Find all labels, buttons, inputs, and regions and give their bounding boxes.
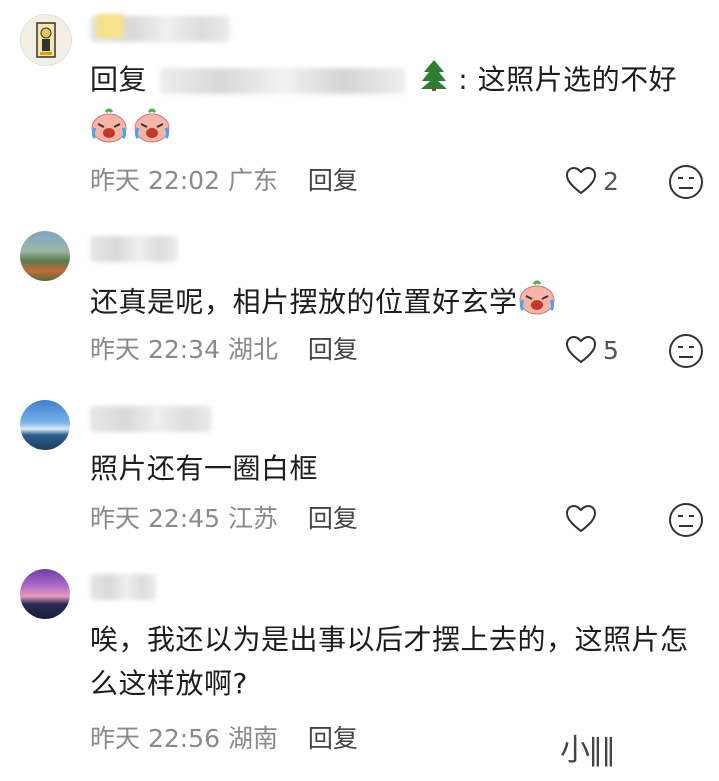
heart-icon: [565, 166, 597, 195]
tarot-avatar-image: [36, 22, 56, 58]
comment-meta: 昨天 22:34 湖北 回复: [90, 333, 358, 367]
comment-text: 还真是呢，相片摆放的位置好玄学: [90, 278, 699, 329]
like-count: 2: [603, 166, 619, 196]
comment-text: 回复 : 这照片选的不好: [90, 58, 699, 104]
crying-laughing-emoji: [90, 106, 128, 148]
reply-button[interactable]: 回复: [308, 166, 358, 195]
dislike-button[interactable]: [668, 164, 704, 200]
avatar[interactable]: [20, 14, 72, 66]
dislike-button[interactable]: [668, 333, 704, 369]
username-blurred[interactable]: [90, 574, 156, 600]
comment-location: 湖南: [227, 724, 278, 753]
comment-time: 昨天 22:34: [90, 335, 220, 364]
neutral-face-icon: [669, 503, 703, 537]
like-button[interactable]: [565, 502, 603, 536]
comment-body: 还真是呢，相片摆放的位置好玄学: [90, 285, 518, 319]
crying-laughing-emoji: [133, 106, 171, 148]
comment-meta: 昨天 22:56 湖南 回复: [90, 722, 358, 756]
emoji-row: [90, 106, 171, 148]
reply-button[interactable]: 回复: [308, 335, 358, 364]
like-button[interactable]: 5: [565, 333, 619, 367]
heart-icon: [565, 504, 597, 533]
username-blurred[interactable]: [90, 406, 212, 432]
neutral-face-icon: [669, 165, 703, 199]
dislike-button[interactable]: [668, 502, 704, 538]
username-badge-blurred: [96, 14, 124, 38]
comment-body: : 这照片选的不好: [458, 63, 678, 96]
username-blurred[interactable]: [90, 236, 178, 262]
avatar[interactable]: [20, 569, 70, 619]
comment-location: 湖北: [227, 335, 278, 364]
tree-emoji: [419, 59, 449, 104]
like-button[interactable]: 2: [565, 164, 619, 198]
comment-text: 照片还有一圈白框: [90, 447, 699, 491]
comment-body: 照片还有一圈白框: [90, 452, 319, 485]
avatar[interactable]: [20, 400, 70, 450]
watermark: 小∥∥: [560, 733, 616, 768]
reply-prefix: 回复: [90, 63, 148, 96]
reply-target-blurred[interactable]: [160, 68, 406, 94]
reply-button[interactable]: 回复: [308, 724, 358, 753]
like-count: 5: [603, 335, 619, 365]
reply-button[interactable]: 回复: [308, 504, 358, 533]
heart-icon: [565, 335, 597, 364]
comment-location: 广东: [227, 166, 278, 195]
comment-body: 唉，我还以为是出事以后才摆上去的，这照片怎么这样放啊?: [90, 623, 689, 700]
comment-time: 昨天 22:02: [90, 166, 220, 195]
comment-time: 昨天 22:56: [90, 724, 220, 753]
crying-laughing-emoji: [518, 278, 556, 329]
comment-location: 江苏: [227, 504, 278, 533]
comment-meta: 昨天 22:02 广东 回复: [90, 164, 358, 198]
neutral-face-icon: [669, 334, 703, 368]
avatar[interactable]: [20, 231, 70, 281]
comment-meta: 昨天 22:45 江苏 回复: [90, 502, 358, 536]
comment-text: 唉，我还以为是出事以后才摆上去的，这照片怎么这样放啊?: [90, 618, 699, 706]
comment-time: 昨天 22:45: [90, 504, 220, 533]
